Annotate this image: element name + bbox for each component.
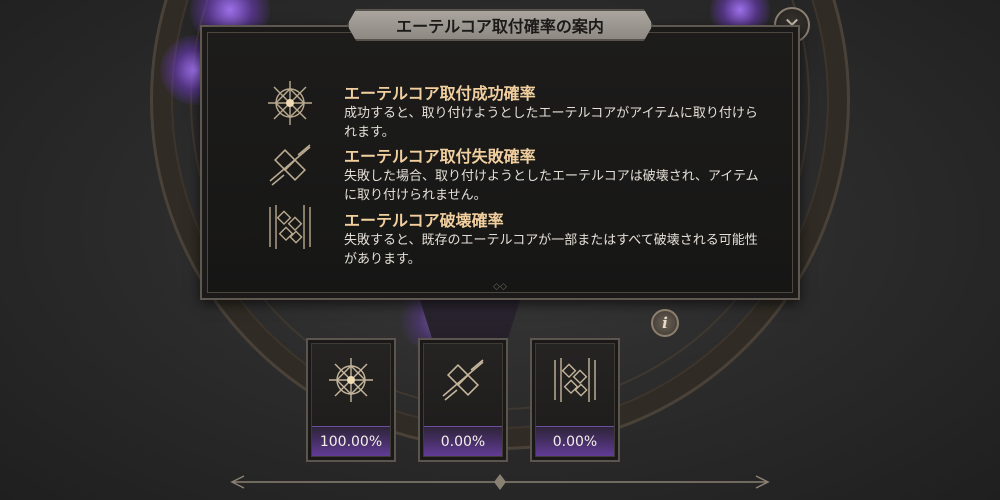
entry-description: 成功すると、取り付けようとしたエーテルコアがアイテムに取り付けられます。 (344, 106, 758, 140)
destroy-rate-value: 0.00% (536, 426, 614, 456)
info-icon: i (662, 314, 668, 332)
success-rune-icon (329, 358, 373, 402)
entry-description: 失敗すると、既存のエーテルコアが一部またはすべて破壊される可能性があります。 (344, 233, 758, 267)
fail-rate-card: 0.00% (418, 338, 508, 462)
entry-fail: エーテルコア取付失敗確率 失敗した場合、取り付けようとしたエーテルコアは破壊され… (262, 143, 782, 203)
entry-title: エーテルコア取付失敗確率 (344, 147, 536, 166)
destroy-rune-icon (554, 358, 596, 402)
entry-title: エーテルコア取付成功確率 (344, 84, 536, 103)
panel-title: エーテルコア取付確率の案内 (347, 9, 653, 41)
success-rate-card: 100.00% (306, 338, 396, 462)
info-button[interactable]: i (651, 309, 679, 337)
entry-title: エーテルコア破壊確率 (344, 211, 504, 230)
entry-success: エーテルコア取付成功確率 成功すると、取り付けようとしたエーテルコアがアイテムに… (262, 80, 782, 140)
destroy-rune-icon (269, 205, 311, 249)
entry-destroy: エーテルコア破壊確率 失敗すると、既存のエーテルコアが一部またはすべて破壊される… (262, 205, 782, 267)
success-rune-icon (268, 81, 312, 125)
bottom-divider-ornament (230, 474, 770, 490)
panel-footer-ornament: ◇◇ (493, 282, 507, 292)
fail-rate-value: 0.00% (424, 426, 502, 456)
entry-description: 失敗した場合、取り付けようとしたエーテルコアは破壊され、アイテムに取り付けられま… (344, 169, 759, 203)
fail-rune-icon (442, 359, 484, 401)
success-rate-value: 100.00% (312, 426, 390, 456)
fail-rune-icon (269, 144, 311, 186)
destroy-rate-card: 0.00% (530, 338, 620, 462)
